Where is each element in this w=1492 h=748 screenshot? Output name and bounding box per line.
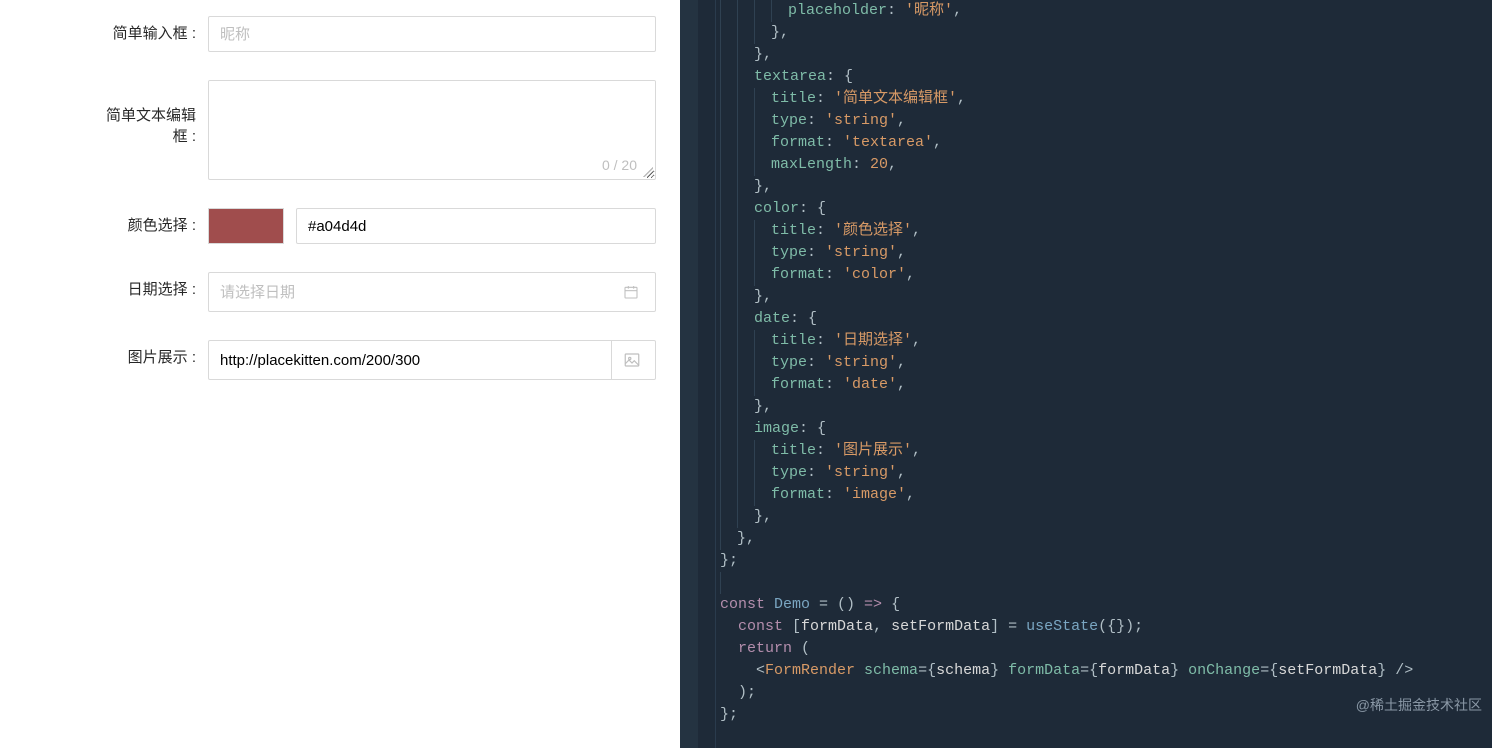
form-row-simple-input: 简单输入框 :: [8, 16, 656, 52]
textarea-field[interactable]: [209, 81, 655, 155]
watermark-text: @稀土掘金技术社区: [1356, 694, 1482, 716]
image-url-input[interactable]: [220, 341, 611, 379]
calendar-icon: [611, 273, 651, 311]
image-url-wrapper: [208, 340, 656, 380]
image-label: 图片展示 :: [8, 340, 208, 367]
color-label: 颜色选择 :: [8, 208, 208, 235]
textarea-resize-handle[interactable]: [643, 167, 653, 177]
picture-icon[interactable]: [611, 341, 651, 379]
form-row-color: 颜色选择 :: [8, 208, 656, 244]
code-gutter: [680, 0, 698, 748]
code-editor-pane: placeholder: '昵称',},},textarea: {title: …: [680, 0, 1492, 748]
color-swatch[interactable]: [208, 208, 284, 244]
code-content[interactable]: placeholder: '昵称',},},textarea: {title: …: [680, 0, 1492, 726]
textarea-char-counter: 0 / 20: [602, 157, 637, 173]
form-row-image: 图片展示 :: [8, 340, 656, 380]
simple-input-label: 简单输入框 :: [8, 16, 208, 43]
date-label: 日期选择 :: [8, 272, 208, 299]
simple-input-field[interactable]: [208, 16, 656, 52]
date-input-field[interactable]: [220, 273, 611, 311]
form-row-textarea: 简单文本编辑 框 : 0 / 20: [8, 80, 656, 180]
code-fold-gutter: [698, 0, 716, 748]
textarea-label: 简单文本编辑 框 :: [8, 80, 208, 146]
color-hex-input[interactable]: [296, 208, 656, 244]
form-row-date: 日期选择 :: [8, 272, 656, 312]
date-picker[interactable]: [208, 272, 656, 312]
form-preview-pane: 简单输入框 : 简单文本编辑 框 : 0 / 20 颜色选择 : 日期选择 :: [0, 0, 680, 748]
textarea-wrapper: 0 / 20: [208, 80, 656, 180]
